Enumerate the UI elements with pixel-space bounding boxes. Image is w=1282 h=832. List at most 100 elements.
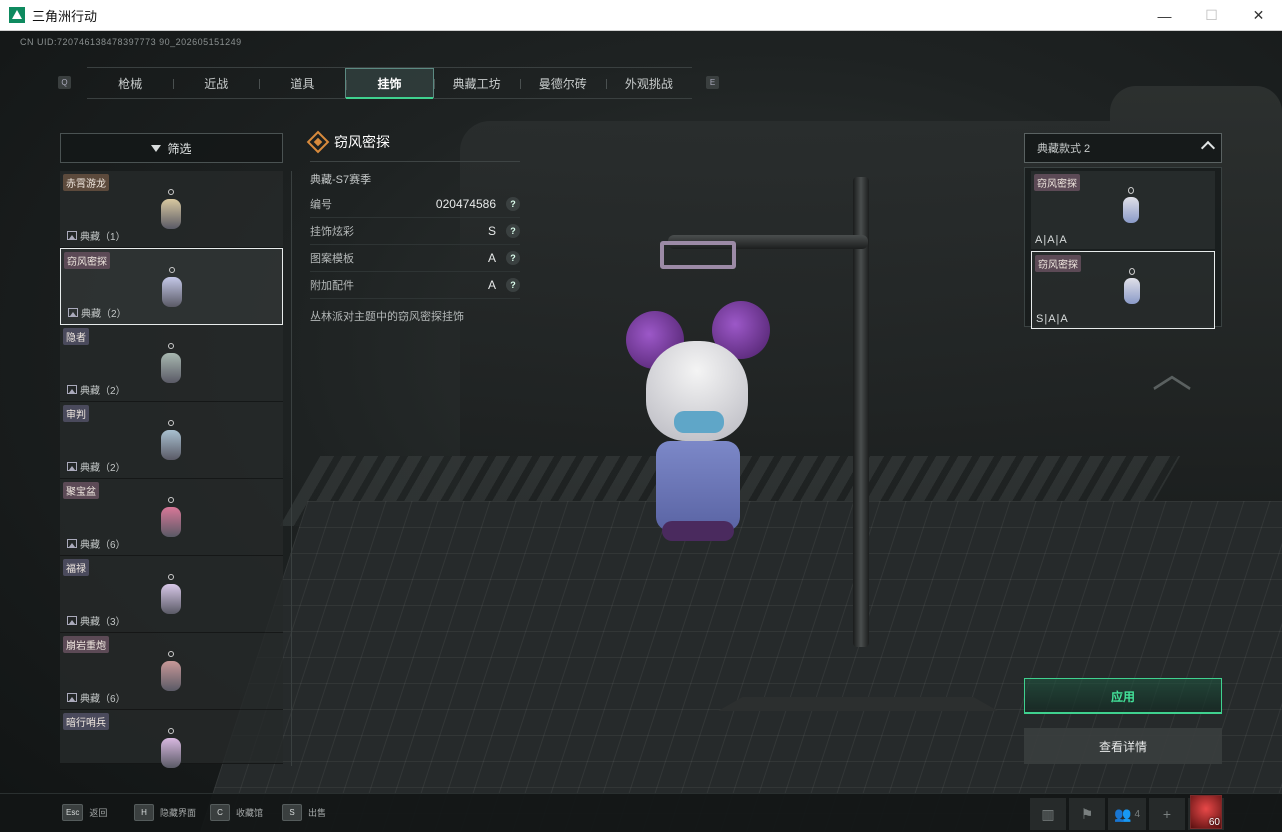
detail-season: 典藏-S7赛季	[310, 174, 372, 186]
charm-count-text: 典藏（6）	[80, 694, 126, 705]
bottom-bar: Esc 返回 H 隐藏界面 C 收藏馆 S 出售 ▥ ⚑ 👥4 + +	[0, 793, 1282, 832]
variant-grade: A|A|A	[1035, 234, 1068, 246]
charm-count-text: 典藏（1）	[80, 232, 126, 243]
variant-charm-thumbnail	[1121, 187, 1141, 227]
charm-count-text: 典藏（2）	[80, 463, 126, 474]
detail-title: 窃风密探	[306, 130, 520, 154]
tab-prev-key[interactable]: Q	[58, 76, 71, 89]
charm-list-item[interactable]: 审判典藏（2）	[60, 402, 283, 479]
charm-count-text: 典藏（2）	[81, 309, 127, 320]
variant-list: 窃风密探 A|A|A 窃风密探 S|A|A	[1024, 167, 1222, 329]
charm-thumbnail	[158, 189, 184, 233]
charm-list-item[interactable]: 窃风密探典藏（2）	[60, 248, 283, 325]
hint-label: 隐藏界面	[160, 808, 197, 818]
tab-guns[interactable]: 枪械	[87, 68, 173, 98]
delta-logo-icon	[9, 7, 25, 23]
charm-model[interactable]	[626, 301, 771, 546]
charm-collection-count: 典藏（6）	[67, 536, 126, 551]
charm-thumbnail	[158, 728, 184, 772]
charm-list-item[interactable]: 隐者 典藏（2）	[60, 325, 283, 402]
detail-row-pattern: 图案模板 A ?	[310, 245, 520, 272]
charm-list-item[interactable]: 崩岩重炮典藏（6）	[60, 633, 283, 710]
hint-sell[interactable]: S 出售	[282, 804, 326, 821]
maximize-button[interactable]: ☐	[1188, 0, 1235, 31]
charm-thumbnail	[159, 267, 185, 311]
chevron-up-icon	[1200, 140, 1216, 156]
image-icon	[67, 385, 77, 394]
hint-label: 返回	[89, 808, 108, 818]
detail-description: 丛林派对主题中的窃风密探挂饰	[310, 311, 464, 323]
rarity-diamond-icon	[306, 130, 330, 154]
minimize-button[interactable]: —	[1141, 0, 1188, 31]
detail-value: A	[487, 251, 496, 265]
view-details-button[interactable]: 查看详情	[1024, 728, 1222, 764]
tab-next-key[interactable]: E	[706, 76, 719, 89]
add-teammate-button[interactable]: +	[1149, 798, 1185, 830]
tab-charms[interactable]: 挂饰	[345, 68, 434, 99]
image-icon	[67, 539, 77, 548]
close-button[interactable]: ✕	[1235, 0, 1282, 31]
charm-count-text: 典藏（6）	[80, 540, 126, 551]
detail-row-serial: 编号 020474586 ?	[310, 191, 520, 218]
tab-collection-workshop[interactable]: 典藏工坊	[433, 68, 520, 98]
detail-key: 图案模板	[310, 253, 354, 265]
charm-list-item[interactable]: 聚宝盆 典藏（6）	[60, 479, 283, 556]
variant-card-selected[interactable]: 窃风密探 S|A|A	[1031, 251, 1215, 329]
charm-list: 赤霄游龙 典藏（1） 窃风密探 典藏（2） 隐者 典藏（2） 审判 典藏（2） 聚宝盆 典藏（6）…	[60, 171, 283, 768]
team-count: 4	[1134, 808, 1140, 820]
tab-items[interactable]: 道具	[259, 68, 345, 98]
help-icon[interactable]: ?	[506, 224, 520, 238]
charm-name: 福禄	[63, 559, 89, 576]
team-button[interactable]: 👥 4	[1108, 798, 1146, 830]
charm-name: 窃风密探	[64, 252, 110, 269]
variant-name: 窃风密探	[1034, 174, 1080, 191]
tab-melee[interactable]: 近战	[173, 68, 259, 98]
category-tabs: 枪械 近战 道具 挂饰 典藏工坊 曼德尔砖 外观挑战	[87, 67, 692, 99]
detail-row-finish: 挂饰炫彩 S ?	[310, 218, 520, 245]
detail-key: 编号	[310, 199, 332, 211]
detail-key: 挂饰炫彩	[310, 226, 354, 238]
charm-collection-count: 典藏（1）	[67, 228, 126, 243]
charm-list-item[interactable]: 赤霄游龙典藏（1）	[60, 171, 283, 248]
detail-title-text: 窃风密探	[334, 134, 390, 150]
detail-row-attachment: 附加配件 A ?	[310, 272, 520, 299]
charm-collection-count: 典藏（6）	[67, 690, 126, 705]
game-view: ︿ CN UID:720746138478397773 90_202605151…	[0, 31, 1282, 832]
apply-button[interactable]: 应用	[1024, 678, 1222, 714]
variant-dropdown[interactable]: 典藏款式 2	[1024, 133, 1222, 163]
charm-name: 审判	[63, 405, 89, 422]
tab-appearance-challenge[interactable]: 外观挑战	[605, 68, 692, 98]
bar-chart-icon[interactable]: ▥	[1030, 798, 1066, 830]
window-titlebar: 三角洲行动 — ☐ ✕	[0, 0, 1282, 31]
charm-name: 崩岩重炮	[63, 636, 109, 653]
image-icon	[67, 693, 77, 702]
charm-name: 赤霄游龙	[63, 174, 109, 191]
hint-hide-ui[interactable]: H 隐藏界面	[134, 804, 196, 821]
tab-mandel-brick[interactable]: 曼德尔砖	[519, 68, 606, 98]
charm-name: 暗行哨兵	[63, 713, 109, 730]
help-icon[interactable]: ?	[506, 197, 520, 211]
image-icon	[67, 462, 77, 471]
user-uid: CN UID:720746138478397773 90_20260515124…	[20, 37, 242, 47]
charm-thumbnail	[158, 651, 184, 695]
detail-key: 附加配件	[310, 280, 354, 292]
avatar[interactable]: 60	[1190, 795, 1222, 829]
filter-icon	[151, 144, 162, 152]
charm-jerrycan	[656, 441, 740, 531]
charm-mask	[674, 411, 724, 433]
hint-collection[interactable]: C 收藏馆	[210, 804, 263, 821]
charm-list-item[interactable]: 暗行哨兵	[60, 710, 283, 768]
charm-collection-count: 典藏（2）	[68, 305, 127, 320]
help-icon[interactable]: ?	[506, 278, 520, 292]
image-icon	[68, 308, 78, 317]
flag-icon[interactable]: ⚑	[1069, 798, 1105, 830]
charm-thumbnail	[158, 497, 184, 541]
hint-key: H	[134, 804, 154, 821]
hint-label: 收藏馆	[236, 808, 264, 818]
charm-list-item[interactable]: 福禄 典藏（3）	[60, 556, 283, 633]
help-icon[interactable]: ?	[506, 251, 520, 265]
window-title: 三角洲行动	[32, 8, 98, 24]
filter-button[interactable]: 筛选	[60, 133, 283, 163]
variant-card[interactable]: 窃风密探 A|A|A	[1031, 171, 1215, 249]
hint-back[interactable]: Esc 返回	[62, 804, 107, 821]
